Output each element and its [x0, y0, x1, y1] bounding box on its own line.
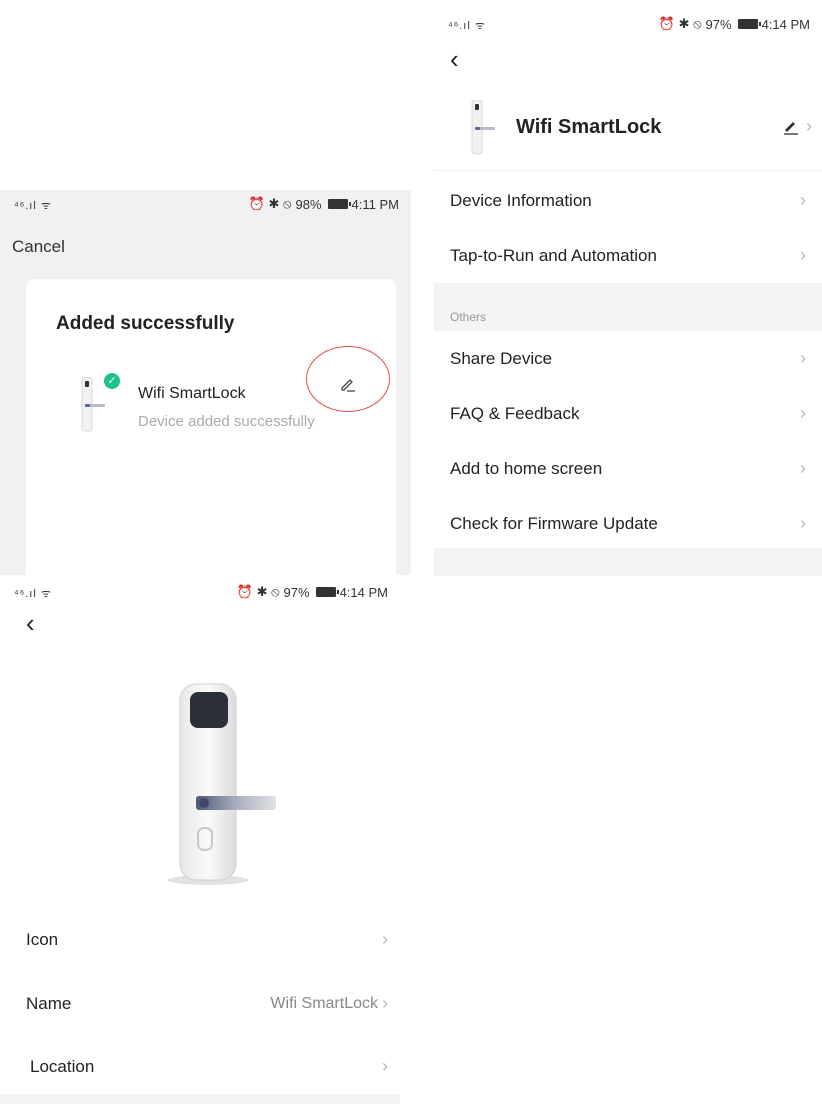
chevron-right-icon: ›: [800, 348, 806, 368]
battery-icon: [327, 199, 351, 209]
chevron-right-icon: ›: [382, 993, 388, 1013]
added-successfully-screen: ⁴⁶.ıl ᯤ ⏰ ✱ ⦸ 98% 4:11 PM Cancel Added s…: [0, 190, 411, 575]
section-header-others: Others: [434, 283, 822, 331]
bottom-separator: [434, 548, 822, 576]
chevron-right-icon: ›: [800, 245, 806, 265]
status-icons: ⏰ ✱ ⦸: [236, 584, 280, 599]
device-title: Wifi SmartLock: [516, 116, 662, 138]
row-label: Add to home screen: [450, 458, 603, 478]
chevron-right-icon: ›: [382, 1056, 388, 1076]
row-name[interactable]: Name Wifi SmartLock ›: [0, 976, 400, 1031]
row-device-information[interactable]: Device Information ›: [434, 173, 822, 228]
row-firmware-update[interactable]: Check for Firmware Update ›: [434, 496, 822, 551]
battery-icon: [737, 19, 761, 29]
back-arrow-icon[interactable]: ‹: [26, 610, 35, 636]
edit-name-icon[interactable]: [782, 118, 800, 136]
row-label: Device Information: [450, 190, 592, 210]
device-settings-screen: ⁴⁶.ıl ᯤ ⏰ ✱ ⦸ 97% 4:14 PM ‹ Wifi SmartLo…: [434, 10, 822, 576]
chevron-right-icon: ›: [800, 190, 806, 210]
success-card: Added successfully ✓ Wifi SmartLock Devi…: [26, 279, 396, 575]
row-value: Wifi SmartLock: [270, 994, 378, 1012]
network-indicator: ⁴⁶.ıl ᯤ: [14, 588, 52, 600]
network-indicator: ⁴⁶.ıl ᯤ: [448, 20, 486, 32]
device-status: Device added successfully: [138, 413, 315, 430]
battery-percent: 98%: [295, 196, 322, 212]
status-icons: ⏰ ✱ ⦸: [248, 196, 292, 211]
divider: [434, 170, 822, 171]
smart-lock-image[interactable]: [160, 678, 300, 888]
device-name: Wifi SmartLock: [138, 385, 246, 402]
status-icons: ⏰ ✱ ⦸: [658, 16, 702, 31]
clock: 4:11 PM: [351, 196, 399, 212]
row-label: Check for Firmware Update: [450, 513, 658, 533]
row-faq-feedback[interactable]: FAQ & Feedback ›: [434, 386, 822, 441]
device-header[interactable]: Wifi SmartLock ›: [434, 98, 822, 158]
row-tap-to-run[interactable]: Tap-to-Run and Automation ›: [434, 228, 822, 283]
edit-device-screen: ⁴⁶.ıl ᯤ ⏰ ✱ ⦸ 97% 4:14 PM ‹ Icon › Name …: [0, 578, 400, 1104]
row-label: Tap-to-Run and Automation: [450, 245, 657, 265]
battery-percent: 97%: [705, 16, 732, 32]
row-share-device[interactable]: Share Device ›: [434, 331, 822, 386]
section-label: Others: [450, 310, 487, 324]
row-label: Name: [26, 993, 72, 1013]
status-bar: ⁴⁶.ıl ᯤ ⏰ ✱ ⦸ 98% 4:11 PM: [0, 190, 411, 218]
clock: 4:14 PM: [761, 16, 810, 32]
edit-pencil-icon[interactable]: [339, 375, 357, 393]
row-label: Location: [30, 1056, 95, 1076]
row-icon[interactable]: Icon ›: [0, 912, 400, 967]
network-indicator: ⁴⁶.ıl ᯤ: [14, 200, 52, 212]
row-label: Share Device: [450, 348, 553, 368]
success-check-icon: ✓: [104, 373, 120, 389]
bottom-separator: [0, 1094, 400, 1104]
chevron-right-icon: ›: [382, 929, 388, 949]
battery-percent: 97%: [283, 584, 310, 600]
status-bar: ⁴⁶.ıl ᯤ ⏰ ✱ ⦸ 97% 4:14 PM: [434, 10, 822, 38]
card-title: Added successfully: [56, 313, 235, 334]
back-arrow-icon[interactable]: ‹: [450, 46, 459, 72]
row-location[interactable]: Location ›: [0, 1039, 400, 1094]
chevron-right-icon: ›: [800, 458, 806, 478]
cancel-button[interactable]: Cancel: [12, 237, 65, 257]
device-thumbnail: [80, 376, 105, 432]
chevron-right-icon: ›: [806, 116, 812, 136]
status-bar: ⁴⁶.ıl ᯤ ⏰ ✱ ⦸ 97% 4:14 PM: [0, 578, 400, 606]
smart-lock-icon: [471, 100, 495, 155]
row-label: Icon: [26, 929, 59, 949]
clock: 4:14 PM: [339, 584, 388, 600]
chevron-right-icon: ›: [800, 513, 806, 533]
battery-icon: [315, 587, 339, 597]
chevron-right-icon: ›: [800, 403, 806, 423]
row-add-to-home-screen[interactable]: Add to home screen ›: [434, 441, 822, 496]
row-label: FAQ & Feedback: [450, 403, 580, 423]
